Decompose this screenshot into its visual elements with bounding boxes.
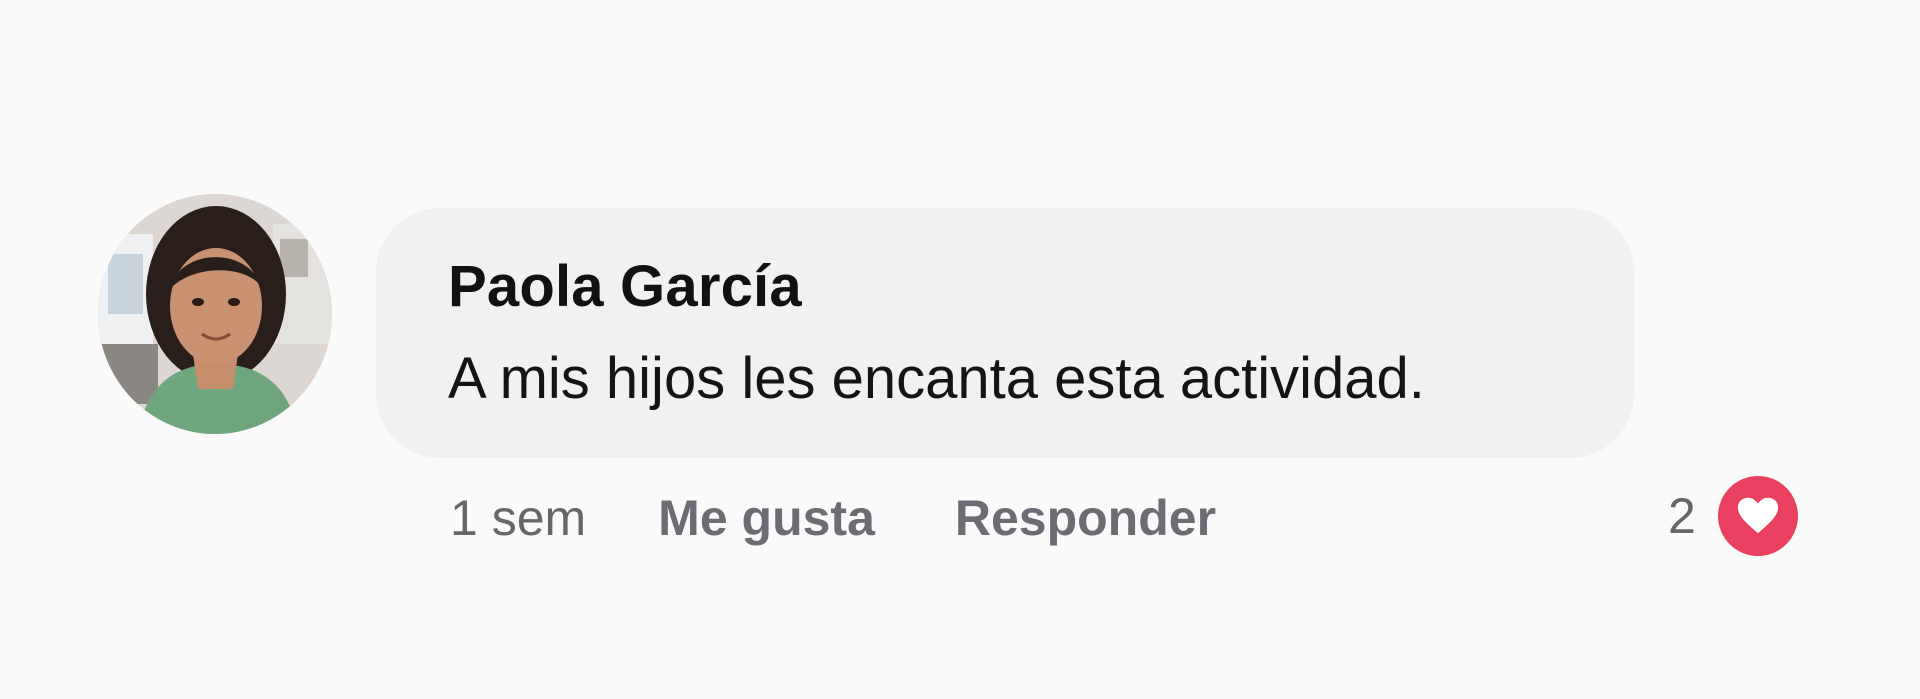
comment-bubble: Paola García A mis hijos les encanta est… bbox=[376, 208, 1634, 458]
comment-timestamp[interactable]: 1 sem bbox=[450, 489, 586, 547]
like-button[interactable]: Me gusta bbox=[658, 489, 875, 547]
reply-button[interactable]: Responder bbox=[955, 489, 1216, 547]
comment-author[interactable]: Paola García bbox=[448, 252, 1634, 322]
comment: Paola García A mis hijos les encanta est… bbox=[0, 0, 1920, 699]
reaction-count: 2 bbox=[1668, 488, 1696, 544]
reaction-summary[interactable]: 2 bbox=[1668, 476, 1798, 556]
avatar[interactable] bbox=[98, 194, 332, 434]
comment-text: A mis hijos les encanta esta actividad. bbox=[448, 346, 1425, 411]
heart-reaction-badge bbox=[1717, 476, 1798, 556]
heart-icon bbox=[1737, 497, 1778, 534]
comment-actions: 1 sem Me gusta Responder bbox=[450, 488, 1296, 548]
